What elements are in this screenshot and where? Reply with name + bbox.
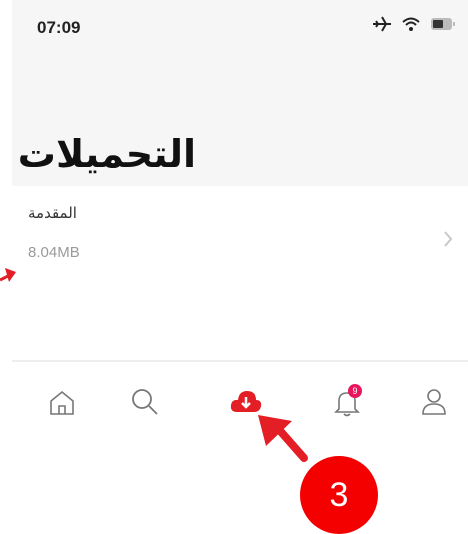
tab-search[interactable] — [125, 382, 165, 422]
download-item-size: 8.04MB — [28, 244, 80, 261]
annotation-step-number: 3 — [300, 456, 378, 534]
search-icon — [132, 389, 158, 415]
tab-profile[interactable] — [414, 382, 454, 422]
tab-bar: 9 — [12, 362, 468, 442]
header: التحميلات — [12, 68, 468, 186]
status-time: 07:09 — [37, 18, 81, 37]
notification-badge: 9 — [348, 384, 362, 398]
chevron-right-icon — [444, 231, 453, 247]
airplane-icon — [373, 16, 391, 32]
tab-notifications[interactable]: 9 — [327, 382, 367, 422]
download-item[interactable]: المقدمة 8.04MB — [12, 186, 468, 286]
status-bar: 07:09 — [12, 0, 468, 68]
wifi-icon — [402, 17, 420, 31]
cloud-download-icon — [230, 391, 262, 412]
tab-home[interactable] — [42, 382, 82, 422]
user-icon — [422, 389, 446, 415]
download-item-title: المقدمة — [28, 205, 77, 222]
page-title: التحميلات — [17, 134, 196, 176]
status-icons — [372, 16, 456, 32]
downloads-list: المقدمة 8.04MB — [12, 186, 468, 360]
battery-icon — [431, 18, 455, 30]
tab-downloads[interactable] — [226, 382, 266, 422]
home-icon — [50, 390, 74, 415]
